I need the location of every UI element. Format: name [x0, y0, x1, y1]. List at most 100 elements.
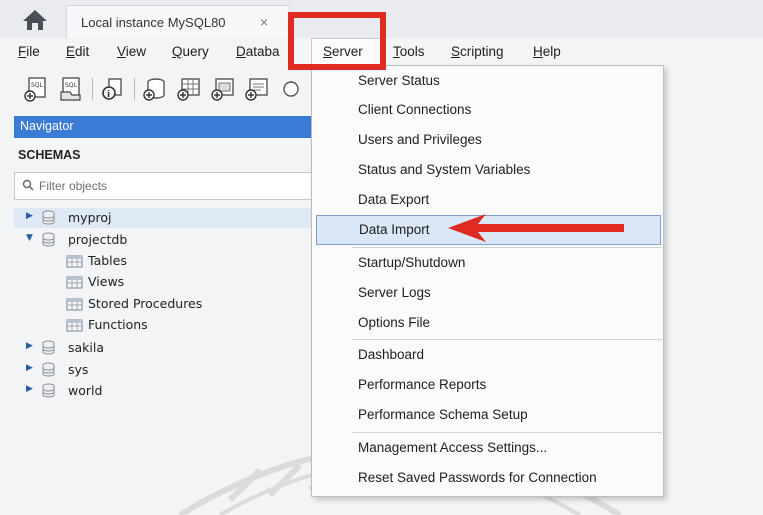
- new-sql-tab-icon[interactable]: SQL: [24, 76, 50, 102]
- folder-table-icon: [66, 297, 84, 311]
- open-sql-script-icon[interactable]: SQL: [58, 76, 84, 102]
- collapsed-arrow-icon[interactable]: ▶: [26, 211, 33, 221]
- close-tab-icon[interactable]: ×: [260, 14, 268, 30]
- menu-item-label: Dashboard: [358, 347, 425, 362]
- tree-label: sys: [68, 362, 89, 377]
- menu-query-rest: uery: [182, 44, 209, 59]
- filter-box: [14, 172, 324, 200]
- create-table-icon[interactable]: [176, 76, 202, 102]
- database-icon: [42, 210, 55, 225]
- menu-separator: [352, 247, 662, 248]
- inspector-icon[interactable]: i: [100, 76, 126, 102]
- filter-objects-input[interactable]: [39, 177, 309, 195]
- database-icon: [42, 362, 55, 377]
- search-icon: [22, 179, 34, 194]
- menu-item-label: Data Import: [359, 222, 430, 237]
- expanded-arrow-icon[interactable]: ▼: [26, 233, 33, 243]
- menu-edit-mnemonic: E: [66, 44, 76, 59]
- collapsed-arrow-icon[interactable]: ▶: [26, 341, 33, 351]
- menu-query[interactable]: Query: [172, 44, 209, 59]
- menu-scripting-mnemonic: S: [451, 44, 461, 59]
- menu-item-label: Reset Saved Passwords for Connection: [358, 470, 597, 485]
- tree-schema-projectdb[interactable]: ▼ projectdb: [14, 230, 324, 250]
- menu-tools-rest: ools: [399, 44, 425, 59]
- menu-scripting-rest: cripting: [460, 44, 504, 59]
- menu-edit[interactable]: Edit: [66, 44, 89, 59]
- menu-tools[interactable]: Tools: [393, 44, 425, 59]
- svg-text:i: i: [107, 90, 110, 100]
- menu-database-mnemonic: D: [236, 44, 246, 59]
- menu-item-reset-saved-passwords[interactable]: Reset Saved Passwords for Connection: [312, 464, 663, 494]
- tree-folder-functions[interactable]: Functions: [14, 315, 324, 335]
- collapsed-arrow-icon[interactable]: ▶: [26, 384, 33, 394]
- menu-item-label: Management Access Settings...: [358, 440, 548, 455]
- menu-edit-rest: dit: [75, 44, 90, 59]
- connection-tab-title: Local instance MySQL80: [81, 15, 226, 30]
- server-menu-dropdown: Server Status Client Connections Users a…: [311, 65, 664, 497]
- database-icon: [42, 232, 55, 247]
- tree-label: Views: [88, 274, 125, 289]
- create-schema-icon[interactable]: [142, 76, 168, 102]
- menu-item-client-connections[interactable]: Client Connections: [312, 96, 663, 126]
- folder-table-icon: [66, 254, 84, 268]
- tree-label: world: [68, 383, 103, 398]
- tree-schema-sys[interactable]: ▶ sys: [14, 360, 324, 380]
- menu-item-label: Performance Reports: [358, 377, 487, 392]
- menu-item-status-and-system-variables[interactable]: Status and System Variables: [312, 156, 663, 186]
- menu-item-startup-shutdown[interactable]: Startup/Shutdown: [312, 249, 663, 279]
- tree-label: sakila: [68, 340, 105, 355]
- home-icon[interactable]: [18, 8, 52, 32]
- svg-text:SQL: SQL: [31, 82, 44, 89]
- tree-schema-world[interactable]: ▶ world: [14, 381, 324, 401]
- menu-separator: [352, 339, 662, 340]
- collapsed-arrow-icon[interactable]: ▶: [26, 363, 33, 373]
- create-function-icon[interactable]: [278, 76, 304, 102]
- menu-item-label: Performance Schema Setup: [358, 407, 528, 422]
- menu-file-rest: ile: [26, 44, 40, 59]
- tree-label: Functions: [88, 317, 148, 332]
- folder-table-icon: [66, 275, 84, 289]
- tree-folder-tables[interactable]: Tables: [14, 251, 324, 271]
- menu-view[interactable]: View: [117, 44, 146, 59]
- tree-label: Tables: [88, 253, 127, 268]
- menu-item-server-status[interactable]: Server Status: [312, 67, 663, 97]
- menu-item-label: Server Logs: [358, 285, 431, 300]
- menu-view-rest: iew: [125, 44, 147, 59]
- menu-view-mnemonic: V: [117, 44, 126, 59]
- create-procedure-icon[interactable]: [244, 76, 270, 102]
- menu-database[interactable]: Databa: [236, 44, 280, 59]
- menu-item-label: Options File: [358, 315, 431, 330]
- connection-tab[interactable]: Local instance MySQL80 ×: [66, 5, 290, 38]
- menu-help-mnemonic: H: [533, 44, 543, 59]
- toolbar-separator: [134, 78, 135, 100]
- menu-item-server-logs[interactable]: Server Logs: [312, 279, 663, 309]
- menu-scripting[interactable]: Scripting: [451, 44, 504, 59]
- menu-item-label: Users and Privileges: [358, 132, 482, 147]
- tree-schema-myproj[interactable]: ▶ myproj: [14, 208, 324, 228]
- annotation-highlight-box: [288, 12, 386, 70]
- navigator-header: Navigator: [14, 116, 324, 138]
- menu-item-label: Status and System Variables: [358, 162, 531, 177]
- menu-help[interactable]: Help: [533, 44, 561, 59]
- menu-item-label: Data Export: [358, 192, 430, 207]
- menu-file[interactable]: File: [18, 44, 40, 59]
- database-icon: [42, 383, 55, 398]
- create-view-icon[interactable]: [210, 76, 236, 102]
- menu-database-rest: ataba: [245, 44, 280, 59]
- folder-table-icon: [66, 318, 84, 332]
- menu-item-performance-schema-setup[interactable]: Performance Schema Setup: [312, 401, 663, 431]
- menu-item-performance-reports[interactable]: Performance Reports: [312, 371, 663, 401]
- tree-schema-sakila[interactable]: ▶ sakila: [14, 338, 324, 358]
- database-icon: [42, 340, 55, 355]
- tree-label: Stored Procedures: [88, 296, 203, 311]
- tree-folder-stored-procedures[interactable]: Stored Procedures: [14, 294, 324, 314]
- menu-file-mnemonic: F: [18, 44, 27, 59]
- menu-item-users-and-privileges[interactable]: Users and Privileges: [312, 126, 663, 156]
- menu-item-options-file[interactable]: Options File: [312, 309, 663, 339]
- menu-separator: [352, 432, 662, 433]
- menu-item-management-access-settings[interactable]: Management Access Settings...: [312, 434, 663, 464]
- menu-item-dashboard[interactable]: Dashboard: [312, 341, 663, 371]
- menu-query-mnemonic: Q: [172, 44, 183, 59]
- tree-folder-views[interactable]: Views: [14, 272, 324, 292]
- menu-item-label: Startup/Shutdown: [358, 255, 466, 270]
